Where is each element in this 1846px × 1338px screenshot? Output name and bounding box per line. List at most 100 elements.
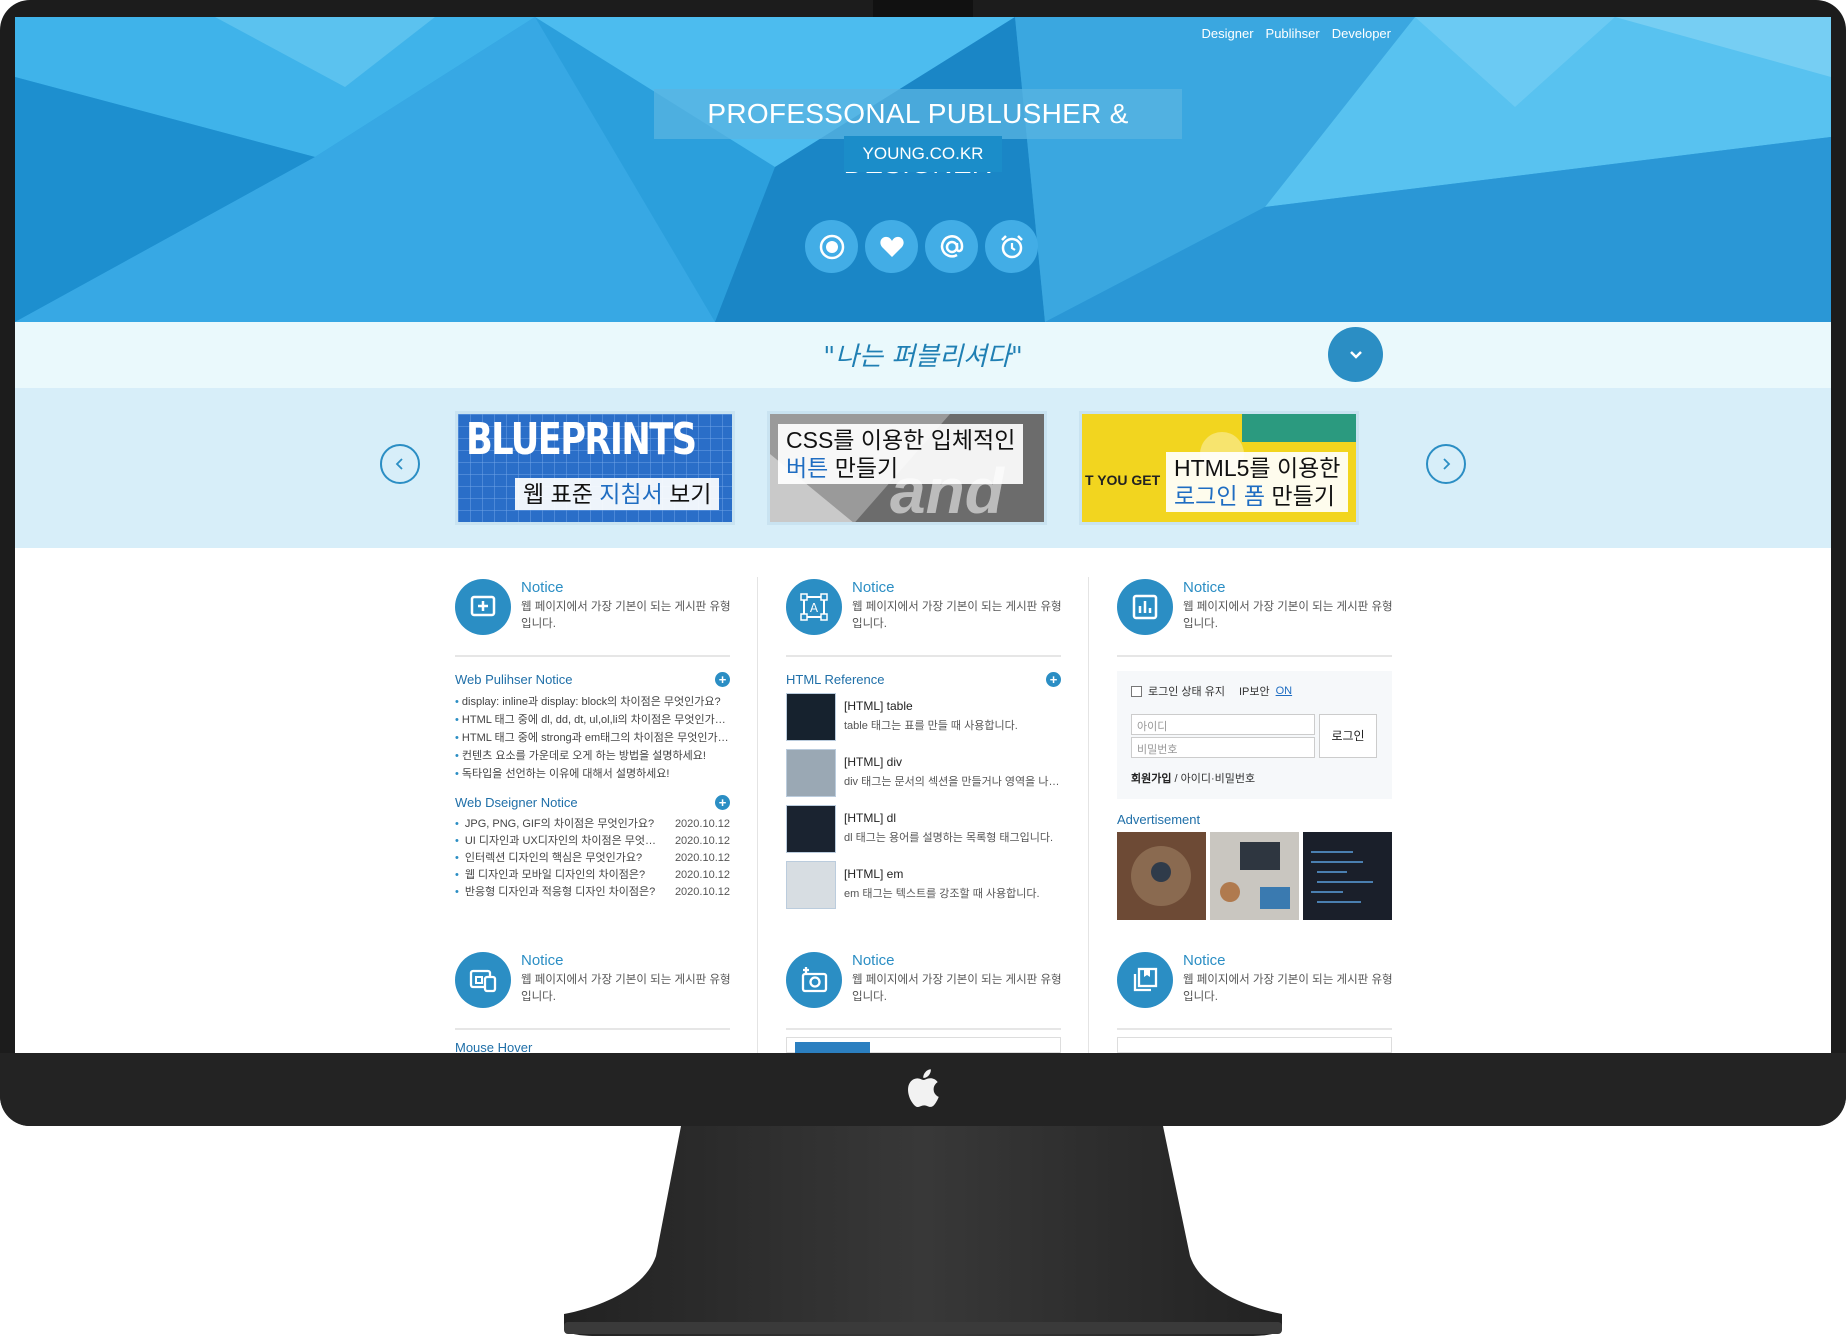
notice-title[interactable]: Notice: [521, 579, 564, 596]
column-reference: A Notice 웹 페이지에서 가장 기본이 되는 게시판 유형입니다. HT…: [786, 577, 1064, 914]
section-title[interactable]: Web Dseigner Notice: [455, 795, 578, 810]
top-nav: Designer Publihser Developer: [1202, 26, 1392, 41]
more-plus-icon[interactable]: +: [715, 672, 730, 687]
alarm-icon[interactable]: [985, 220, 1038, 273]
list-item[interactable]: 반응형 디자인과 적응형 디자인 차이점은? 2020.10.12: [455, 884, 730, 901]
login-options: 로그인 상태 유지 IP보안 ON: [1131, 683, 1378, 699]
reference-item[interactable]: [HTML] em em 태그는 텍스트를 강조할 때 사용합니다.: [786, 858, 1061, 914]
notice-title[interactable]: Notice: [852, 952, 895, 969]
thumbnail-image: [786, 749, 836, 797]
keep-login-label: 로그인 상태 유지: [1148, 686, 1225, 698]
reference-item[interactable]: [HTML] dl dl 태그는 용어를 설명하는 목록형 태그입니다.: [786, 802, 1061, 858]
text-frame-icon: A: [786, 579, 842, 635]
caption-text-end: 만들기: [828, 455, 899, 481]
designer-notice-list: JPG, PNG, GIF의 차이점은 무엇인가요? 2020.10.12 UI …: [455, 816, 730, 901]
list-item[interactable]: display: inline과 display: block의 차이점은 무엇…: [455, 693, 730, 711]
nav-developer[interactable]: Developer: [1332, 26, 1391, 41]
login-links: 회원가입 / 아이디·비밀번호: [1131, 770, 1255, 786]
item-title: [HTML] em: [844, 867, 904, 881]
keep-login-checkbox[interactable]: [1131, 685, 1142, 697]
notice-title[interactable]: Notice: [852, 579, 895, 596]
slide-html5-login[interactable]: T YOU GET HTML5를 이용한 로그인 폼 만들기: [1079, 411, 1359, 525]
more-plus-icon[interactable]: +: [715, 795, 730, 810]
ad-image[interactable]: [1210, 832, 1299, 920]
at-icon[interactable]: [925, 220, 978, 273]
heart-icon[interactable]: [865, 220, 918, 273]
mouse-hover-title[interactable]: Mouse Hover: [455, 1040, 532, 1053]
slide-caption: 웹 표준 지침서 보기: [515, 478, 720, 510]
caption-highlight: 버튼: [786, 455, 829, 481]
notice-title[interactable]: Notice: [1183, 952, 1226, 969]
notice-desc: 웹 페이지에서 가장 기본이 되는 게시판 유형입니다.: [852, 601, 1062, 630]
list-item[interactable]: 컨텐츠 요소를 가운데로 오게 하는 방법을 설명하세요!: [455, 747, 730, 765]
nav-designer[interactable]: Designer: [1202, 26, 1254, 41]
slider-prev-button[interactable]: [380, 444, 420, 484]
tab-active[interactable]: [795, 1042, 870, 1053]
slide-css-button[interactable]: and inte CSS를 이용한 입체적인버튼 만들기: [767, 411, 1047, 525]
publisher-notice-title: Web Pulihser Notice +: [455, 672, 730, 690]
ad-gallery: [1117, 832, 1392, 920]
login-button[interactable]: 로그인: [1319, 714, 1377, 758]
hero-banner: Designer Publihser Developer PROFESSONAL…: [15, 17, 1831, 322]
reference-item[interactable]: [HTML] table table 태그는 표를 만들 때 사용합니다.: [786, 690, 1061, 746]
join-link[interactable]: 회원가입: [1131, 773, 1171, 785]
monitor-frame: Designer Publihser Developer PROFESSONAL…: [0, 0, 1846, 1126]
more-plus-icon[interactable]: +: [1046, 672, 1061, 687]
list-item[interactable]: HTML 태그 중에 strong과 em태그의 차이점은 무엇인가요?: [455, 729, 730, 747]
item-title: JPG, PNG, GIF의 차이점은 무엇인가요?: [464, 818, 655, 830]
ip-security-toggle[interactable]: ON: [1276, 685, 1293, 697]
record-icon[interactable]: [805, 220, 858, 273]
item-date: 2020.10.12: [674, 869, 730, 881]
section-title[interactable]: Web Pulihser Notice: [455, 672, 573, 687]
notice-header: Notice 웹 페이지에서 가장 기본이 되는 게시판 유형입니다.: [1117, 950, 1393, 1030]
column-divider: [1088, 577, 1089, 1053]
slider-next-button[interactable]: [1426, 444, 1466, 484]
item-desc: table 태그는 표를 만들 때 사용합니다.: [844, 720, 1018, 732]
reference-item[interactable]: [HTML] div div 태그는 문서의 섹션을 만들거나 영역을 나눌 때…: [786, 746, 1064, 802]
notice-header: Notice 웹 페이지에서 가장 기본이 되는 게시판 유형입니다.: [455, 577, 731, 657]
password-field[interactable]: 비밀번호: [1131, 737, 1315, 758]
nav-publisher[interactable]: Publihser: [1266, 26, 1320, 41]
apple-logo-icon: [908, 1069, 939, 1108]
find-account-link[interactable]: / 아이디·비밀번호: [1171, 773, 1256, 785]
list-item[interactable]: UI 디자인과 UX디자인의 차이점은 무엇인가요? 2020.10.12: [455, 833, 730, 850]
login-form: 로그인 상태 유지 IP보안 ON 아이디 비밀번호 로그인 회원가입 / 아이…: [1117, 671, 1392, 799]
notice-header: Notice 웹 페이지에서 가장 기본이 되는 게시판 유형입니다.: [786, 950, 1062, 1030]
browser-viewport: Designer Publihser Developer PROFESSONAL…: [15, 17, 1831, 1053]
ad-image[interactable]: [1117, 832, 1206, 920]
slide-badge: T YOU GET: [1085, 472, 1161, 488]
ip-security-label: IP보안: [1238, 686, 1270, 698]
quote-text: "나는 퍼블리셔다": [823, 342, 1023, 372]
thumbnail-image: [786, 693, 836, 741]
caption-highlight: 로그인 폼: [1174, 483, 1266, 509]
item-title: [HTML] div: [844, 755, 903, 769]
slide-blueprints[interactable]: BLUEPRINTS 웹 표준 지침서 보기: [455, 411, 735, 525]
id-field[interactable]: 아이디: [1131, 714, 1315, 735]
ad-title: Advertisement: [1117, 812, 1201, 827]
notice-title[interactable]: Notice: [521, 952, 564, 969]
caption-text-end: 보기: [662, 481, 712, 507]
notice-card: Notice 웹 페이지에서 가장 기본이 되는 게시판 유형입니다.: [455, 950, 731, 1030]
list-item[interactable]: 웹 디자인과 모바일 디자인의 차이점은? 2020.10.12: [455, 867, 730, 884]
column-login: Notice 웹 페이지에서 가장 기본이 되는 게시판 유형입니다. 로그인 …: [1117, 577, 1393, 920]
list-item[interactable]: HTML 태그 중에 dl, dd, dt, ul,ol,li의 차이점은 무엇…: [455, 711, 730, 729]
chevron-right-icon: [1443, 458, 1451, 470]
list-item[interactable]: 인터렉션 디자인의 핵심은 무엇인가요? 2020.10.12: [455, 850, 730, 867]
caption-highlight: 지침서: [599, 481, 663, 507]
list-item[interactable]: 독타입을 선언하는 이유에 대해서 설명하세요!: [455, 765, 730, 783]
monitor-stand: [564, 1126, 1282, 1336]
item-title: [HTML] table: [844, 699, 913, 713]
list-item[interactable]: JPG, PNG, GIF의 차이점은 무엇인가요? 2020.10.12: [455, 816, 730, 833]
item-date: 2020.10.12: [674, 886, 730, 898]
caption-line1: CSS를 이용한 입체적인: [786, 427, 1016, 453]
scroll-down-button[interactable]: [1328, 327, 1383, 382]
thumbnail-image: [786, 805, 836, 853]
item-date: 2020.10.12: [674, 852, 730, 864]
slide-caption: CSS를 이용한 입체적인 버튼 만들기: [778, 424, 1024, 484]
notice-title[interactable]: Notice: [1183, 579, 1226, 596]
chevron-left-icon: [395, 458, 403, 470]
item-title: UI 디자인과 UX디자인의 차이점은 무엇인가요?: [464, 835, 666, 847]
section-title[interactable]: HTML Reference: [786, 672, 885, 687]
ad-image[interactable]: [1303, 832, 1392, 920]
item-title: 인터렉션 디자인의 핵심은 무엇인가요?: [464, 852, 643, 864]
